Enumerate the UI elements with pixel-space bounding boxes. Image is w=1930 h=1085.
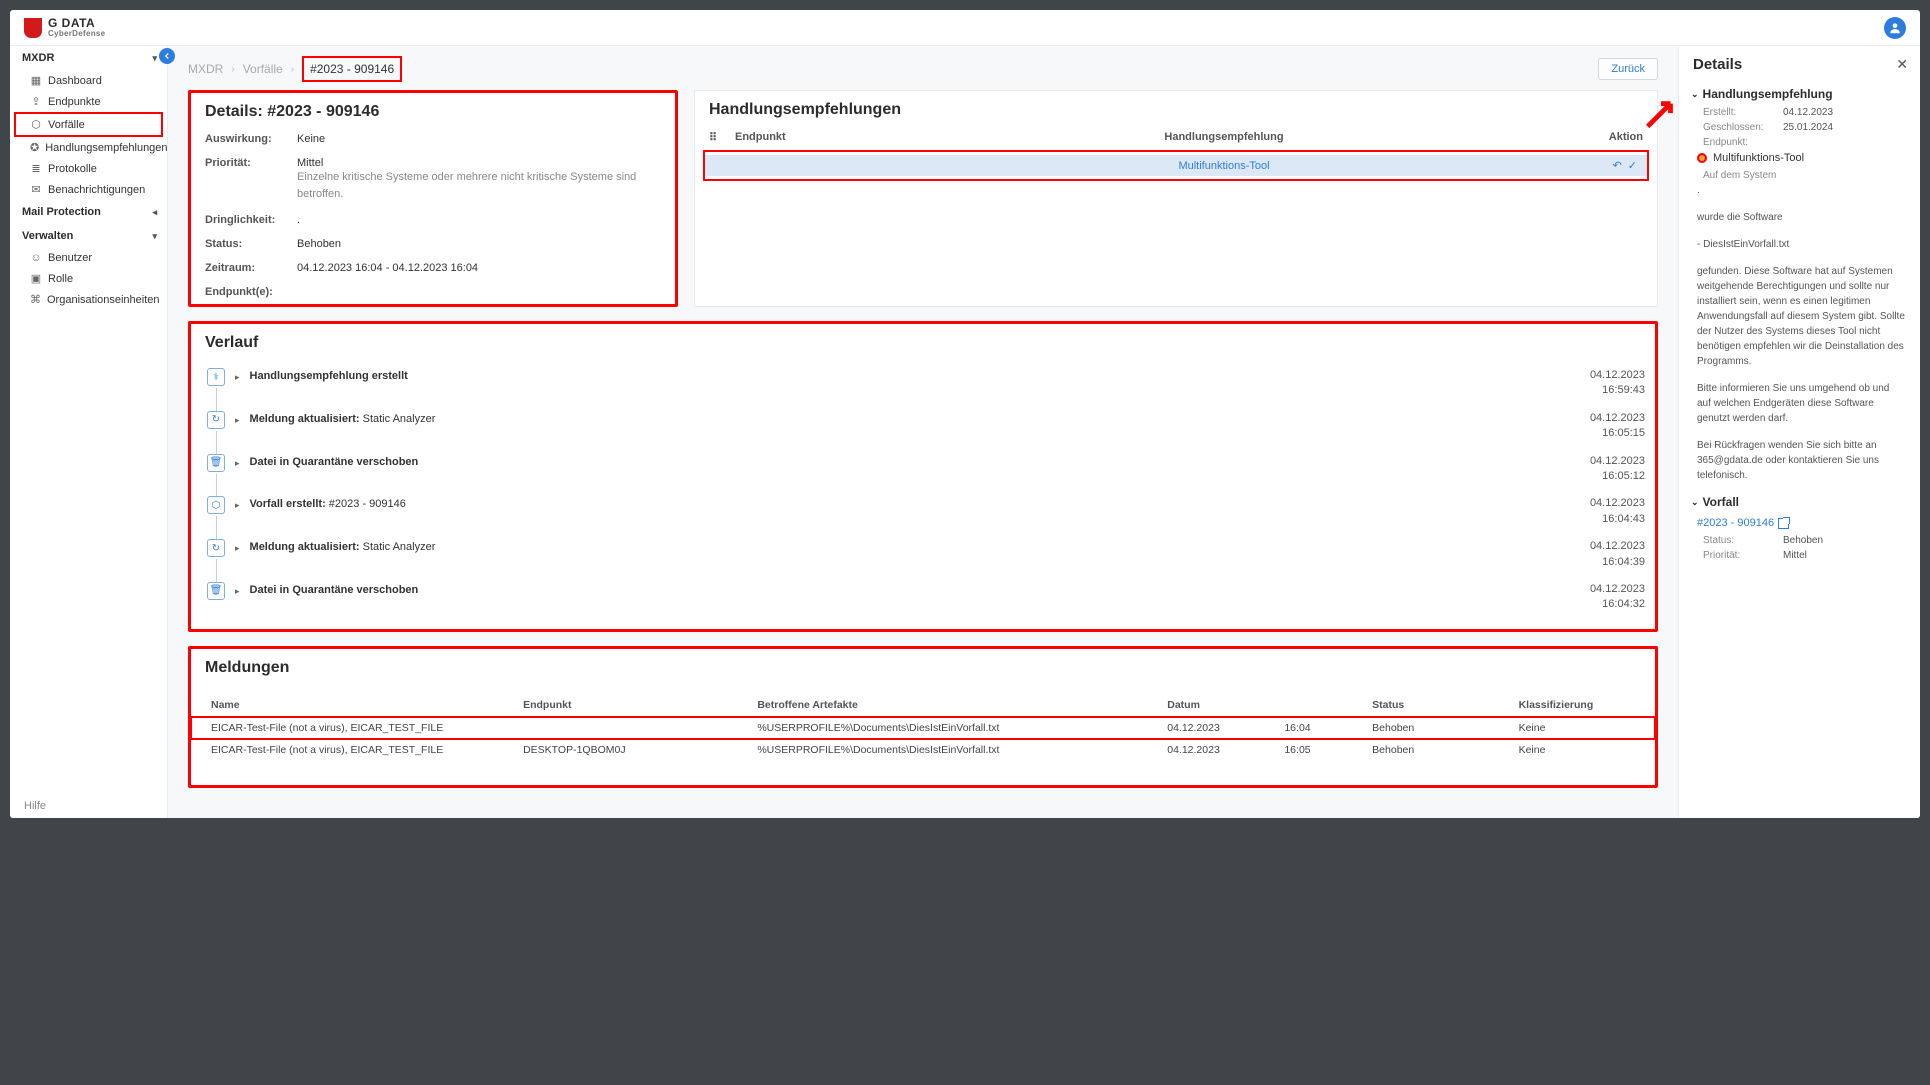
check-icon[interactable]: ✓ (1628, 159, 1637, 172)
breadcrumb-current: #2023 - 909146 (302, 56, 402, 82)
timeline-icon: ⚕ (207, 368, 225, 386)
nav-group-verwalten[interactable]: Verwalten ▾ (10, 224, 167, 248)
sidebar-item-orgeinheiten[interactable]: ⌘Organisationseinheiten (10, 289, 167, 310)
chevron-down-icon: ⌄ (1691, 497, 1699, 508)
drag-handle-icon: ⠿ (709, 131, 735, 144)
help-link[interactable]: Hilfe (24, 800, 46, 812)
meldungen-card: Meldungen Name Endpunkt Betroffene Artef… (188, 646, 1658, 788)
sidebar: MXDR ▾ ▦Dashboard ⇪Endpunkte ⬡Vorfälle ✪… (10, 46, 168, 818)
close-icon[interactable]: ✕ (1896, 56, 1908, 73)
timeline-item[interactable]: ⚕ ▸ Handlungsempfehlung erstellt 04.12.2… (205, 362, 1645, 405)
chevron-right-icon: ▸ (235, 543, 240, 554)
rec-col-action: Aktion (1583, 131, 1643, 144)
rec-row[interactable]: Multifunktions-Tool ↶ ✓ (705, 155, 1647, 176)
sidebar-item-protokolle[interactable]: ≣Protokolle (10, 158, 167, 179)
rec-col-endpoint: Endpunkt (735, 131, 865, 144)
table-head-row: Name Endpunkt Betroffene Artefakte Datum… (191, 693, 1655, 717)
recommendations-card: Handlungsempfehlungen ⠿ Endpunkt Handlun… (694, 90, 1658, 307)
sidebar-item-handlungsempfehlungen[interactable]: ✪Handlungsempfehlungen (10, 137, 167, 158)
sidebar-item-vorfaelle[interactable]: ⬡Vorfälle (14, 112, 163, 137)
details-panel: Details ✕ ⌄ Handlungsempfehlung Erstellt… (1678, 46, 1920, 818)
table-row[interactable]: EICAR-Test-File (not a virus), EICAR_TES… (191, 717, 1655, 739)
timeline-icon: ↻ (207, 539, 225, 557)
timeline-icon: ↻ (207, 411, 225, 429)
chevron-down-icon: ▾ (152, 53, 157, 64)
chevron-right-icon: ▸ (235, 372, 240, 383)
shield-outline-icon: ⬡ (30, 118, 42, 131)
chevron-right-icon: ▸ (235, 500, 240, 511)
timeline-item[interactable]: ↻ ▸ Meldung aktualisiert: Static Analyze… (205, 405, 1645, 448)
breadcrumb-vorfaelle[interactable]: Vorfälle (243, 62, 283, 76)
table-row[interactable]: EICAR-Test-File (not a virus), EICAR_TES… (191, 739, 1655, 761)
endpoints-icon: ⇪ (30, 95, 42, 108)
sidebar-collapse-button[interactable] (159, 48, 175, 64)
rec-chip[interactable]: Multifunktions-Tool (1697, 152, 1906, 164)
timeline-item[interactable]: ↻ ▸ Meldung aktualisiert: Static Analyze… (205, 533, 1645, 576)
mail-icon: ✉ (30, 183, 42, 196)
undo-icon[interactable]: ↶ (1613, 159, 1622, 172)
badge-icon: ✪ (30, 141, 39, 154)
timeline-item[interactable]: 🗑 ▸ Datei in Quarantäne verschoben 04.12… (205, 576, 1645, 619)
meld-title: Meldungen (191, 649, 1655, 683)
breadcrumb-mxdr[interactable]: MXDR (188, 62, 223, 76)
chevron-right-icon: › (291, 64, 294, 75)
details-title: Details: #2023 - 909146 (191, 93, 675, 127)
rec-title: Handlungsempfehlungen (695, 91, 1657, 125)
rec-col-rec: Handlungsempfehlung (865, 131, 1583, 144)
nav-group-mxdr[interactable]: MXDR ▾ (10, 46, 167, 70)
status-dot-icon (1697, 153, 1707, 163)
chevron-right-icon: ▸ (235, 586, 240, 597)
brand-sub: CyberDefense (48, 29, 105, 38)
panel-title: Details (1693, 56, 1742, 73)
main-content: MXDR › Vorfälle › #2023 - 909146 Zurück … (168, 46, 1678, 818)
chevron-left-icon: ◂ (152, 207, 157, 218)
chevron-down-icon: ⌄ (1691, 89, 1699, 100)
external-link-icon (1778, 518, 1789, 529)
rec-row-highlight: Multifunktions-Tool ↶ ✓ (703, 150, 1649, 181)
logo: G DATA CyberDefense (24, 17, 105, 38)
chevron-right-icon: ▸ (235, 415, 240, 426)
chevron-right-icon: ▸ (235, 458, 240, 469)
verlauf-card: Verlauf ⚕ ▸ Handlungsempfehlung erstellt… (188, 321, 1658, 632)
org-icon: ⌘ (30, 293, 41, 306)
rec-row-label: Multifunktions-Tool (871, 160, 1577, 172)
user-icon: ☺ (30, 252, 42, 264)
logo-shield-icon (24, 18, 42, 38)
timeline-icon: 🗑 (207, 454, 225, 472)
sidebar-item-benutzer[interactable]: ☺Benutzer (10, 248, 167, 268)
breadcrumb: MXDR › Vorfälle › #2023 - 909146 Zurück (172, 46, 1674, 90)
annotation-arrow-icon (1642, 96, 1680, 134)
sidebar-item-endpunkte[interactable]: ⇪Endpunkte (10, 91, 167, 112)
sidebar-item-dashboard[interactable]: ▦Dashboard (10, 70, 167, 91)
role-icon: ▣ (30, 272, 42, 285)
timeline-item[interactable]: ⬡ ▸ Vorfall erstellt: #2023 - 909146 04.… (205, 490, 1645, 533)
timeline-icon: 🗑 (207, 582, 225, 600)
timeline-icon: ⬡ (207, 496, 225, 514)
timeline-item[interactable]: 🗑 ▸ Datei in Quarantäne verschoben 04.12… (205, 448, 1645, 491)
user-avatar[interactable] (1884, 17, 1906, 39)
verlauf-title: Verlauf (191, 324, 1655, 358)
panel-sec-vorfall[interactable]: ⌄ Vorfall (1679, 489, 1920, 513)
chevron-right-icon: › (231, 64, 234, 75)
sidebar-item-benachrichtigungen[interactable]: ✉Benachrichtigungen (10, 179, 167, 200)
incident-link[interactable]: #2023 - 909146 (1679, 513, 1920, 533)
brand-name: G DATA (48, 17, 105, 29)
top-bar: G DATA CyberDefense (10, 10, 1920, 46)
back-button[interactable]: Zurück (1598, 58, 1658, 80)
user-icon (1888, 21, 1902, 35)
list-icon: ≣ (30, 162, 42, 175)
nav-group-mail[interactable]: Mail Protection ◂ (10, 200, 167, 224)
chevron-down-icon: ▾ (152, 231, 157, 242)
chevron-left-icon (162, 51, 172, 61)
sidebar-item-rolle[interactable]: ▣Rolle (10, 268, 167, 289)
dashboard-icon: ▦ (30, 74, 42, 87)
details-card: Details: #2023 - 909146 Auswirkung:Keine… (188, 90, 678, 307)
panel-sec-handlungsempfehlung[interactable]: ⌄ Handlungsempfehlung (1679, 81, 1920, 105)
